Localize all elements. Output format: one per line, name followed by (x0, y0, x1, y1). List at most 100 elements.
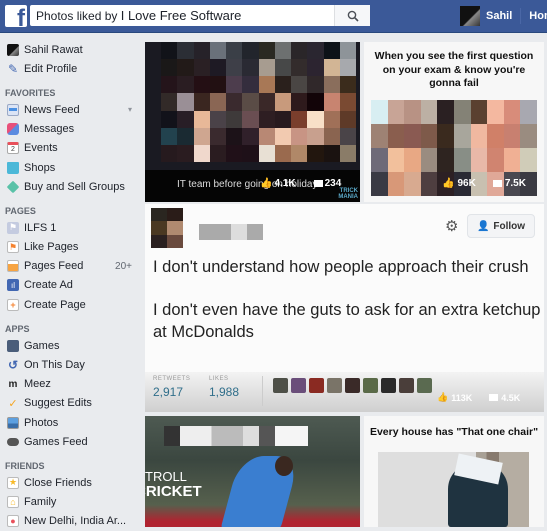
meme-title: When you see the first question on your … (374, 50, 534, 89)
follow-button[interactable]: 👤 Follow (467, 214, 535, 238)
sidebar-item-ilfs[interactable]: ⚑ ILFS 1 (0, 218, 142, 237)
meme-title: Every house has "That one chair" (369, 426, 539, 438)
pixel-block (323, 76, 340, 94)
pixel-block (404, 148, 421, 172)
pixel-block (209, 110, 226, 128)
sidebar-label: Suggest Edits (24, 397, 92, 410)
sidebar-item-create-page[interactable]: + Create Page (0, 295, 142, 314)
pixel-block (487, 100, 504, 124)
photo-tile[interactable]: Every house has "That one chair" (364, 416, 544, 527)
pixel-block (520, 148, 537, 172)
sidebar-item-create-ad[interactable]: ıl Create Ad (0, 276, 142, 295)
pixel-block (339, 110, 356, 128)
retweets-label: RETWEETS (153, 376, 191, 382)
sidebar-item-news-feed[interactable]: News Feed ▾ (0, 100, 142, 119)
sidebar-label: Like Pages (24, 241, 79, 254)
sidebar-item-buy-sell[interactable]: Buy and Sell Groups (0, 177, 142, 196)
liker-avatar[interactable] (417, 378, 432, 393)
sidebar-item-games-feed[interactable]: Games Feed (0, 432, 142, 451)
blurred-username (199, 224, 263, 240)
sidebar-item-suggest-edits[interactable]: ✓ Suggest Edits (0, 394, 142, 413)
home-link[interactable]: Home (529, 10, 547, 22)
gear-icon[interactable]: ⚙ (445, 217, 458, 235)
profile-link[interactable]: Sahil (486, 10, 512, 22)
pixel-block (161, 127, 178, 145)
liker-avatar[interactable] (327, 378, 342, 393)
pixel-block (470, 148, 488, 172)
sidebar-label: Family (24, 496, 57, 509)
pixel-block (520, 100, 537, 124)
sidebar-item-shops[interactable]: Shops (0, 158, 142, 177)
like-icon: 👍 (442, 178, 455, 189)
liker-avatar[interactable] (381, 378, 396, 393)
photo-tile[interactable]: IT team before going on holiday 👍 4.1K 23… (145, 42, 360, 202)
photo-tile[interactable]: TROLL CRICKET (145, 416, 360, 527)
avatar (151, 208, 183, 248)
add-user-icon: 👤 (476, 220, 490, 232)
sidebar-item-meez[interactable]: m Meez (0, 375, 142, 394)
sidebar-item-on-this-day[interactable]: ↺ On This Day (0, 355, 142, 374)
pixel-block (487, 148, 504, 172)
sidebar-label: Photos (24, 416, 59, 429)
avatar (7, 43, 19, 56)
pixel-block (226, 59, 243, 77)
pencil-icon: ✎ (7, 61, 19, 76)
liker-avatar[interactable] (363, 378, 378, 393)
liker-avatar[interactable] (273, 378, 288, 393)
chevron-down-icon[interactable]: ▾ (128, 105, 142, 114)
pixel-block (161, 93, 178, 111)
pixel-block (420, 124, 438, 148)
photo-tile[interactable]: When you see the first question on your … (364, 42, 544, 202)
pixel-block (209, 76, 226, 94)
like-count: 4.1K (274, 178, 296, 189)
section-header-friends: FRIENDS (5, 461, 45, 472)
search-bar[interactable]: Photos liked by I Love Free Software (30, 5, 370, 26)
like-icon: 👍 (437, 392, 449, 402)
pixel-block (193, 59, 210, 77)
liker-avatar[interactable] (345, 378, 360, 393)
sidebar-item-family[interactable]: ⌂ Family (0, 493, 142, 512)
liker-avatar[interactable] (309, 378, 324, 393)
history-icon: ↺ (7, 358, 19, 373)
sidebar-label: Create Page (24, 298, 86, 311)
pixel-block (291, 59, 308, 77)
pixel-block (167, 221, 183, 235)
sidebar-label: Buy and Sell Groups (24, 180, 125, 193)
sidebar-item-pages-feed[interactable]: Pages Feed 20+ (0, 257, 142, 276)
pixel-block (339, 144, 356, 162)
search-button[interactable] (334, 5, 370, 26)
pixel-block (177, 144, 194, 162)
facebook-logo[interactable]: f (5, 5, 27, 27)
pixel-block (209, 42, 226, 60)
pixel-block (291, 127, 308, 145)
pixel-block (161, 110, 178, 128)
shops-icon (7, 161, 19, 174)
sidebar-profile[interactable]: Sahil Rawat (0, 40, 142, 59)
section-header-favorites: FAVORITES (5, 88, 56, 99)
sidebar-label: Close Friends (24, 476, 92, 489)
sidebar-item-location[interactable]: ● New Delhi, India Ar... (0, 512, 142, 531)
search-input[interactable]: Photos liked by I Love Free Software (30, 8, 334, 23)
pixel-block (371, 124, 388, 148)
blurred-photo (161, 42, 356, 162)
sidebar-item-events[interactable]: 2 Events (0, 139, 142, 158)
liker-avatar[interactable] (399, 378, 414, 393)
pixel-block (404, 100, 421, 124)
section-header-pages: PAGES (5, 206, 36, 217)
photo-tile[interactable]: ⚙ 👤 Follow I don't understand how people … (145, 204, 544, 412)
avatar[interactable] (460, 6, 480, 26)
sidebar-item-close-friends[interactable]: ★ Close Friends (0, 473, 142, 492)
sidebar-item-like-pages[interactable]: ⚑ Like Pages (0, 238, 142, 257)
profile-nav: Sahil Home (460, 6, 547, 26)
pixel-block (242, 42, 259, 60)
pixel-block (454, 124, 471, 148)
tweet-paragraph: I don't understand how people approach t… (153, 258, 529, 276)
sidebar-item-photos[interactable]: Photos (0, 413, 142, 432)
home-icon: ⌂ (7, 496, 19, 509)
tweet-paragraph: I don't even have the guts to ask for an… (153, 301, 541, 341)
sidebar-item-games[interactable]: Games (0, 336, 142, 355)
sidebar-item-messages[interactable]: Messages (0, 120, 142, 139)
liker-avatar[interactable] (291, 378, 306, 393)
sidebar-edit-profile[interactable]: ✎ Edit Profile (0, 59, 142, 78)
pixel-block (258, 110, 275, 128)
